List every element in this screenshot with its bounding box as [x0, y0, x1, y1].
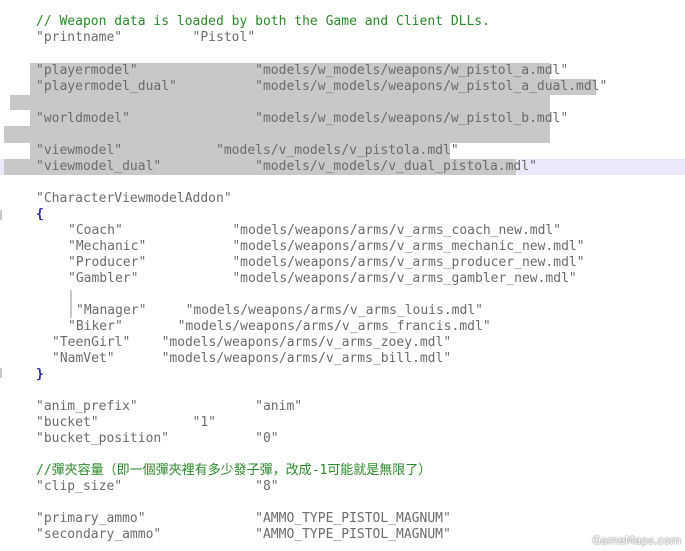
code-line[interactable]: {	[36, 207, 44, 223]
code-line[interactable]: "playermodel_dual" "models/w_models/weap…	[36, 79, 607, 95]
selection-block-5	[4, 126, 550, 143]
code-line[interactable]: "viewmodel_dual" "models/v_models/v_dual…	[36, 159, 537, 175]
code-line[interactable]: "primary_ammo" "AMMO_TYPE_PISTOL_MAGNUM"	[36, 511, 451, 527]
code-line[interactable]: "bucket" "1"	[36, 415, 216, 431]
code-line[interactable]: // Weapon data is loaded by both the Gam…	[36, 14, 490, 30]
gutter-marker	[0, 210, 2, 220]
code-line[interactable]: }	[36, 367, 44, 383]
code-line[interactable]: "Biker" "models/weapons/arms/v_arms_fran…	[68, 319, 491, 335]
gutter-marker	[0, 368, 2, 378]
code-line[interactable]: "secondary_ammo" "AMMO_TYPE_PISTOL_MAGNU…	[36, 527, 451, 543]
watermark-logo: GameMaps.com	[592, 534, 681, 547]
code-line[interactable]: "Coach" "models/weapons/arms/v_arms_coac…	[68, 223, 561, 239]
code-line[interactable]: "Gambler" "models/weapons/arms/v_arms_ga…	[68, 271, 577, 287]
code-line[interactable]: "playermodel" "models/w_models/weapons/w…	[36, 63, 568, 79]
code-line[interactable]: "Manager" "models/weapons/arms/v_arms_lo…	[76, 303, 483, 319]
code-line[interactable]: "printname" "Pistol"	[36, 30, 255, 46]
code-line[interactable]: "worldmodel" "models/w_models/weapons/w_…	[36, 111, 568, 127]
code-line[interactable]: //彈夾容量（即一個彈夾裡有多少發子彈，改成-1可能就是無限了）	[36, 463, 431, 479]
selection-block-3	[10, 95, 550, 110]
code-line[interactable]: "clip_size" "8"	[36, 479, 279, 495]
code-line[interactable]: "Mechanic" "models/weapons/arms/v_arms_m…	[68, 239, 585, 255]
code-line[interactable]: "NamVet" "models/weapons/arms/v_arms_bil…	[52, 351, 451, 367]
code-line[interactable]: "Producer" "models/weapons/arms/v_arms_p…	[68, 255, 585, 271]
code-line[interactable]: "bucket_position" "0"	[36, 431, 279, 447]
code-line[interactable]: "viewmodel" "models/v_models/v_pistola.m…	[36, 143, 459, 159]
indent-guide	[70, 290, 72, 318]
code-line[interactable]: "TeenGirl" "models/weapons/arms/v_arms_z…	[52, 335, 451, 351]
code-line[interactable]: "anim_prefix" "anim"	[36, 399, 302, 415]
code-line[interactable]: "CharacterViewmodelAddon"	[36, 191, 232, 207]
